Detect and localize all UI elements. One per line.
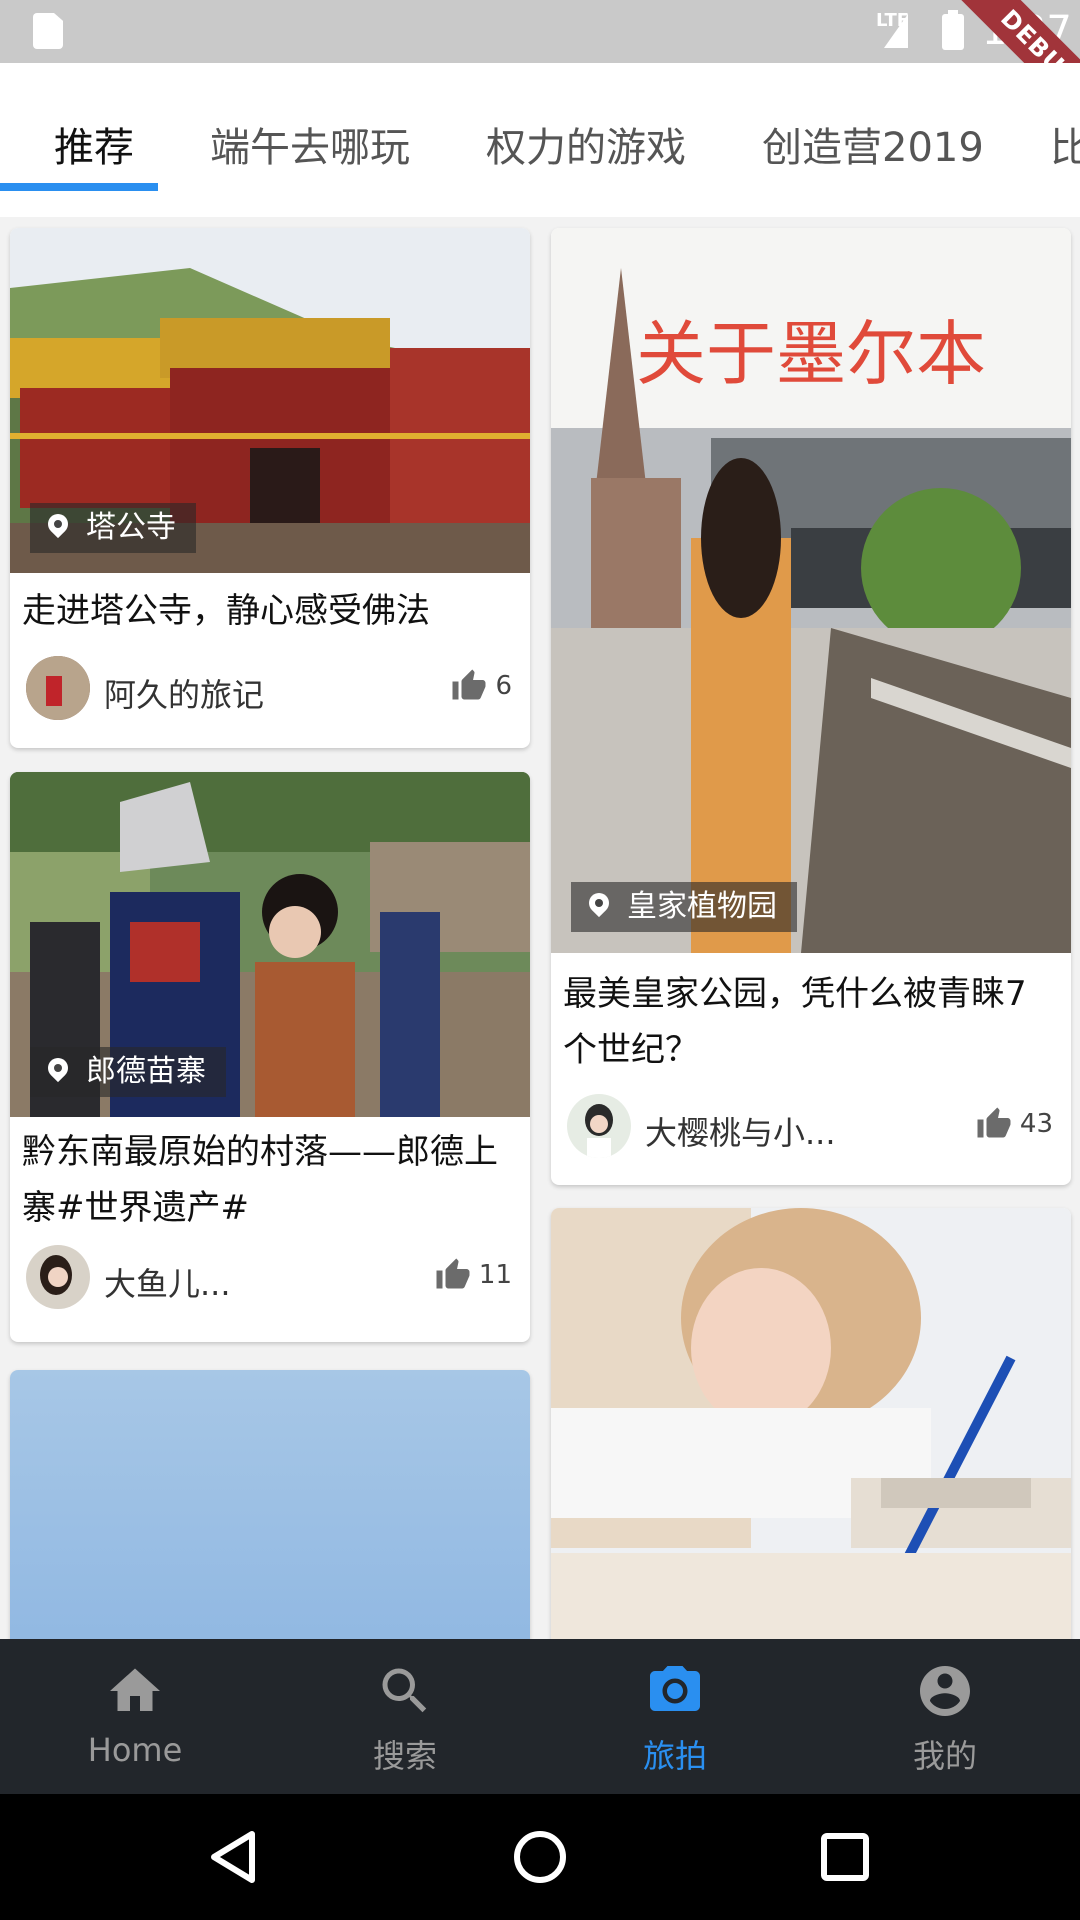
location-pin-icon [43,1053,73,1083]
recents-icon[interactable] [810,1822,880,1892]
home-circle-icon[interactable] [505,1822,575,1892]
tab-dragon-boat[interactable]: 端午去哪玩 [210,115,410,173]
card-image [10,1370,530,1639]
tab-recommended[interactable]: 推荐 [54,115,134,173]
bottom-navigation: Home 搜索 旅拍 我的 [0,1639,1080,1794]
image-caption: 关于墨尔本 [636,313,986,395]
location-pin-icon [584,888,614,918]
account-icon [920,1666,970,1716]
card-title: 最美皇家公园，凭什么被青睐7个世纪？ [563,974,1027,1070]
tab-more[interactable]: 比 [1050,115,1080,173]
like-count[interactable]: 11 [435,1257,512,1293]
card-title: 走进塔公寺，静心感受佛法 [22,591,430,631]
avatar-image [26,656,90,720]
travel-feed: 塔公寺 走进塔公寺，静心感受佛法 阿久的旅记 6 关于墨尔本 皇家植物园 最美皇… [0,217,1080,1639]
travel-card[interactable]: 郎德苗寨 黔东南最原始的村落——郎德上寨#世界遗产# 大鱼儿... 11 [10,772,530,1342]
avatar[interactable] [567,1094,631,1158]
author-name[interactable]: 大鱼儿... [104,1259,231,1305]
battery-icon [942,10,964,50]
travel-card[interactable]: 关于墨尔本 皇家植物园 最美皇家公园，凭什么被青睐7个世纪？ 大樱桃与小... … [551,228,1071,1185]
avatar[interactable] [26,656,90,720]
location-tag: 皇家植物园 [571,882,797,932]
location-pin-icon [43,509,73,539]
card-image: 关于墨尔本 [551,228,1071,953]
nav-home[interactable]: Home [0,1639,270,1794]
thumb-up-icon [452,669,486,700]
location-tag: 塔公寺 [30,503,196,553]
thumb-up-icon [977,1107,1011,1138]
like-count[interactable]: 6 [451,668,512,704]
author-name[interactable]: 阿久的旅记 [104,670,264,716]
sd-card-icon [33,13,63,49]
card-image [551,1208,1071,1639]
avatar-image [567,1094,631,1158]
author-name[interactable]: 大樱桃与小... [645,1108,836,1154]
location-tag: 郎德苗寨 [30,1047,226,1097]
nav-profile[interactable]: 我的 [810,1639,1080,1794]
search-icon [382,1668,427,1713]
tab-game-of-thrones[interactable]: 权力的游戏 [486,115,686,173]
travel-card[interactable] [10,1370,530,1639]
signal-icon [884,14,908,48]
status-bar: LTE 1:37 DEBUG [0,0,1080,149]
camera-icon [650,1666,700,1711]
avatar-image [26,1245,90,1309]
like-count[interactable]: 43 [976,1106,1053,1142]
thumb-up-icon [436,1258,470,1289]
travel-card[interactable] [551,1208,1071,1639]
tab-produce-camp[interactable]: 创造营2019 [762,115,984,173]
tab-indicator [0,183,158,191]
category-tabs: 推荐 端午去哪玩 权力的游戏 创造营2019 比 [0,63,1080,217]
back-icon[interactable] [200,1822,270,1892]
nav-search[interactable]: 搜索 [270,1639,540,1794]
system-navigation-bar [0,1794,1080,1920]
nav-travel-photo[interactable]: 旅拍 [540,1639,810,1794]
avatar[interactable] [26,1245,90,1309]
travel-card[interactable]: 塔公寺 走进塔公寺，静心感受佛法 阿久的旅记 6 [10,228,530,748]
home-icon [110,1668,160,1711]
card-title: 黔东南最原始的村落——郎德上寨#世界遗产# [22,1132,498,1228]
